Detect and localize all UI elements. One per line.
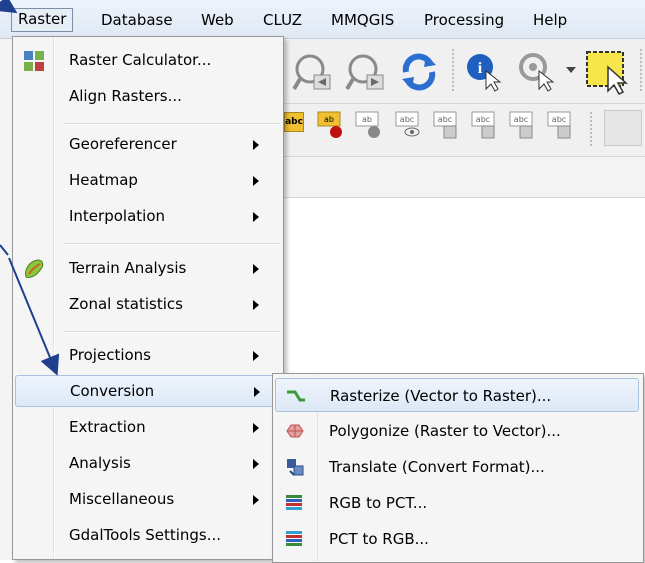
menu-item-label: Align Rasters...: [69, 87, 182, 105]
translate-icon: [287, 459, 304, 476]
menu-processing[interactable]: Processing: [418, 10, 510, 30]
submenu-arrow-icon: [253, 423, 259, 433]
submenu-item-label: PCT to RGB...: [329, 530, 429, 548]
menu-item-label: Heatmap: [69, 171, 138, 189]
menu-help[interactable]: Help: [527, 10, 573, 30]
svg-text:abc: abc: [514, 115, 528, 124]
label-tool-icon[interactable]: abc: [284, 112, 304, 132]
toolbar-button[interactable]: [604, 110, 642, 146]
menu-item-label: GdalTools Settings...: [69, 526, 222, 544]
menu-item-interpolation[interactable]: Interpolation: [15, 201, 281, 233]
submenu-item-rasterize[interactable]: Rasterize (Vector to Raster)...: [275, 378, 639, 412]
menu-item-label: Extraction: [69, 418, 146, 436]
refresh-icon[interactable]: [398, 51, 440, 93]
zoom-last-icon[interactable]: [292, 51, 338, 95]
submenu-item-translate[interactable]: Translate (Convert Format)...: [275, 450, 639, 484]
raster-calculator-icon: [24, 51, 44, 71]
submenu-arrow-icon: [253, 495, 259, 505]
submenu-item-label: Polygonize (Raster to Vector)...: [329, 422, 561, 440]
label-properties-icon[interactable]: abc: [546, 110, 576, 140]
toolbar-separator: [452, 49, 454, 93]
submenu-arrow-icon: [253, 176, 259, 186]
menu-item-georeferencer[interactable]: Georeferencer: [15, 129, 281, 161]
conversion-submenu: Rasterize (Vector to Raster)... Polygoni…: [272, 373, 644, 563]
menu-item-label: Raster Calculator...: [69, 51, 212, 69]
terrain-analysis-icon: [25, 259, 44, 278]
chevron-down-icon[interactable]: [565, 65, 577, 75]
submenu-arrow-icon: [253, 300, 259, 310]
menu-item-heatmap[interactable]: Heatmap: [15, 165, 281, 197]
menu-web[interactable]: Web: [195, 10, 240, 30]
submenu-arrow-icon: [254, 387, 260, 397]
menu-item-label: Zonal statistics: [69, 295, 183, 313]
submenu-arrow-icon: [253, 264, 259, 274]
action-icon[interactable]: [517, 51, 561, 93]
change-label-icon[interactable]: abc: [508, 110, 538, 140]
submenu-item-label: Rasterize (Vector to Raster)...: [330, 387, 552, 405]
menu-mmqgis[interactable]: MMQGIS: [325, 10, 400, 30]
rasterize-icon: [287, 390, 305, 402]
menu-item-projections[interactable]: Projections: [15, 340, 281, 372]
menu-item-label: Georeferencer: [69, 135, 177, 153]
submenu-arrow-icon: [253, 212, 259, 222]
submenu-arrow-icon: [253, 459, 259, 469]
menu-separator: [65, 123, 279, 125]
menu-bar: Raster Database Web CLUZ MMQGIS Processi…: [0, 0, 645, 39]
rgb-to-pct-icon: [286, 495, 302, 510]
submenu-item-pct-to-rgb[interactable]: PCT to RGB...: [275, 522, 639, 556]
menu-separator: [65, 331, 279, 333]
polygonize-icon: [286, 424, 304, 438]
move-label-icon[interactable]: abc: [432, 110, 462, 140]
svg-text:abc: abc: [438, 115, 452, 124]
toolbar-separator: [640, 49, 642, 93]
menu-item-miscellaneous[interactable]: Miscellaneous: [15, 484, 281, 516]
svg-text:ab: ab: [324, 115, 334, 124]
svg-text:abc: abc: [400, 115, 414, 124]
menu-item-label: Terrain Analysis: [69, 259, 187, 277]
submenu-item-polygonize[interactable]: Polygonize (Raster to Vector)...: [275, 414, 639, 448]
menu-item-zonal-statistics[interactable]: Zonal statistics: [15, 289, 281, 321]
svg-text:abc: abc: [476, 115, 490, 124]
menu-item-label: Analysis: [69, 454, 131, 472]
menu-database[interactable]: Database: [95, 10, 179, 30]
menu-cluz[interactable]: CLUZ: [257, 10, 308, 30]
menu-item-label: Projections: [69, 346, 151, 364]
submenu-item-rgb-to-pct[interactable]: RGB to PCT...: [275, 486, 639, 520]
menu-item-label: Miscellaneous: [69, 490, 175, 508]
svg-text:ab: ab: [362, 115, 372, 124]
toolbar-separator: [590, 112, 592, 146]
pin-label-icon[interactable]: ab: [316, 110, 346, 140]
menu-item-gdaltools-settings[interactable]: GdalTools Settings...: [15, 520, 281, 552]
menu-separator: [65, 243, 279, 245]
menu-item-label: Interpolation: [69, 207, 165, 225]
menu-item-conversion[interactable]: Conversion: [15, 375, 281, 407]
submenu-arrow-icon: [253, 351, 259, 361]
menu-raster[interactable]: Raster: [11, 8, 74, 32]
zoom-next-icon[interactable]: [345, 51, 391, 95]
svg-text:i: i: [478, 60, 483, 77]
menu-item-raster-calculator[interactable]: Raster Calculator...: [15, 45, 281, 77]
submenu-item-label: Translate (Convert Format)...: [329, 458, 545, 476]
show-hide-labels-icon[interactable]: abc: [394, 110, 424, 140]
pct-to-rgb-icon: [286, 531, 302, 546]
raster-menu: Raster Calculator... Align Rasters... Ge…: [12, 36, 284, 560]
submenu-arrow-icon: [253, 140, 259, 150]
select-features-icon[interactable]: [584, 49, 634, 95]
identify-icon[interactable]: i: [464, 51, 504, 93]
menu-item-align-rasters[interactable]: Align Rasters...: [15, 81, 281, 113]
menu-item-analysis[interactable]: Analysis: [15, 448, 281, 480]
show-hide-label-icon[interactable]: ab: [354, 110, 384, 140]
rotate-label-icon[interactable]: abc: [470, 110, 500, 140]
menu-item-extraction[interactable]: Extraction: [15, 412, 281, 444]
svg-text:abc: abc: [552, 115, 566, 124]
submenu-item-label: RGB to PCT...: [329, 494, 428, 512]
menu-item-label: Conversion: [70, 382, 155, 400]
menu-item-terrain-analysis[interactable]: Terrain Analysis: [15, 253, 281, 285]
